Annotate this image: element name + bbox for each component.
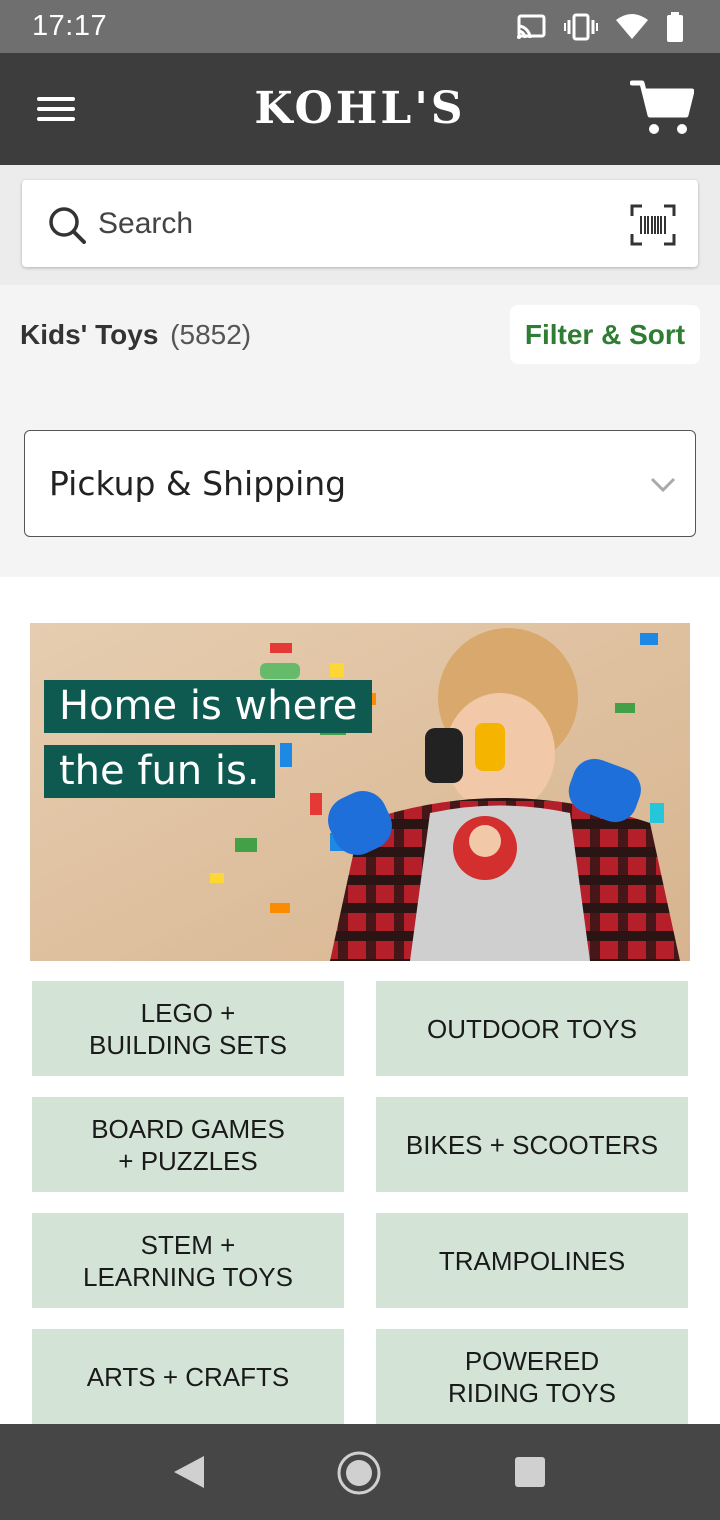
hero-headline-line2: the fun is. [44, 745, 275, 798]
search-icon [49, 207, 86, 244]
status-bar: 17:17 [0, 0, 720, 53]
status-icons [516, 12, 684, 42]
pickup-shipping-label: Pickup & Shipping [49, 464, 347, 503]
search-box[interactable] [22, 180, 698, 267]
category-count: (5852) [170, 319, 252, 350]
filter-sort-button[interactable]: Filter & Sort [510, 305, 700, 364]
category-tile-outdoor-toys[interactable]: OUTDOOR TOYS [376, 981, 688, 1076]
recents-icon[interactable] [513, 1455, 547, 1489]
kohls-logo[interactable]: KOHL'S [0, 53, 720, 165]
status-time: 17:17 [32, 10, 108, 42]
category-tile-lego-building-sets[interactable]: LEGO + BUILDING SETS [32, 981, 344, 1076]
app-header: KOHL'S [0, 53, 720, 165]
chevron-down-icon [650, 477, 676, 493]
cart-icon[interactable] [629, 79, 695, 137]
barcode-scan-icon[interactable] [630, 204, 676, 246]
cast-icon [517, 14, 546, 39]
pickup-shipping-dropdown[interactable]: Pickup & Shipping [24, 430, 696, 537]
hero-banner[interactable]: Home is where the fun is. [30, 623, 690, 961]
vibrate-icon [564, 13, 598, 41]
search-area [0, 165, 720, 285]
wifi-icon [616, 14, 648, 39]
search-input[interactable] [98, 202, 598, 246]
category-tile-trampolines[interactable]: TRAMPOLINES [376, 1213, 688, 1308]
category-tile-arts-crafts[interactable]: ARTS + CRAFTS [32, 1329, 344, 1424]
category-tile-board-games-puzzles[interactable]: BOARD GAMES + PUZZLES [32, 1097, 344, 1192]
back-icon[interactable] [172, 1454, 206, 1490]
filter-area: Kids' Toys (5852) Filter & Sort Pickup &… [0, 285, 720, 577]
home-icon[interactable] [336, 1450, 382, 1496]
category-heading: Kids' Toys (5852) [20, 319, 251, 351]
category-title: Kids' Toys [20, 319, 159, 350]
hero-headline-line1: Home is where [44, 680, 373, 733]
battery-icon [667, 12, 683, 42]
category-tile-stem-learning-toys[interactable]: STEM + LEARNING TOYS [32, 1213, 344, 1308]
system-nav-bar [0, 1424, 720, 1520]
category-tile-bikes-scooters[interactable]: BIKES + SCOOTERS [376, 1097, 688, 1192]
category-tile-powered-riding-toys[interactable]: POWERED RIDING TOYS [376, 1329, 688, 1424]
